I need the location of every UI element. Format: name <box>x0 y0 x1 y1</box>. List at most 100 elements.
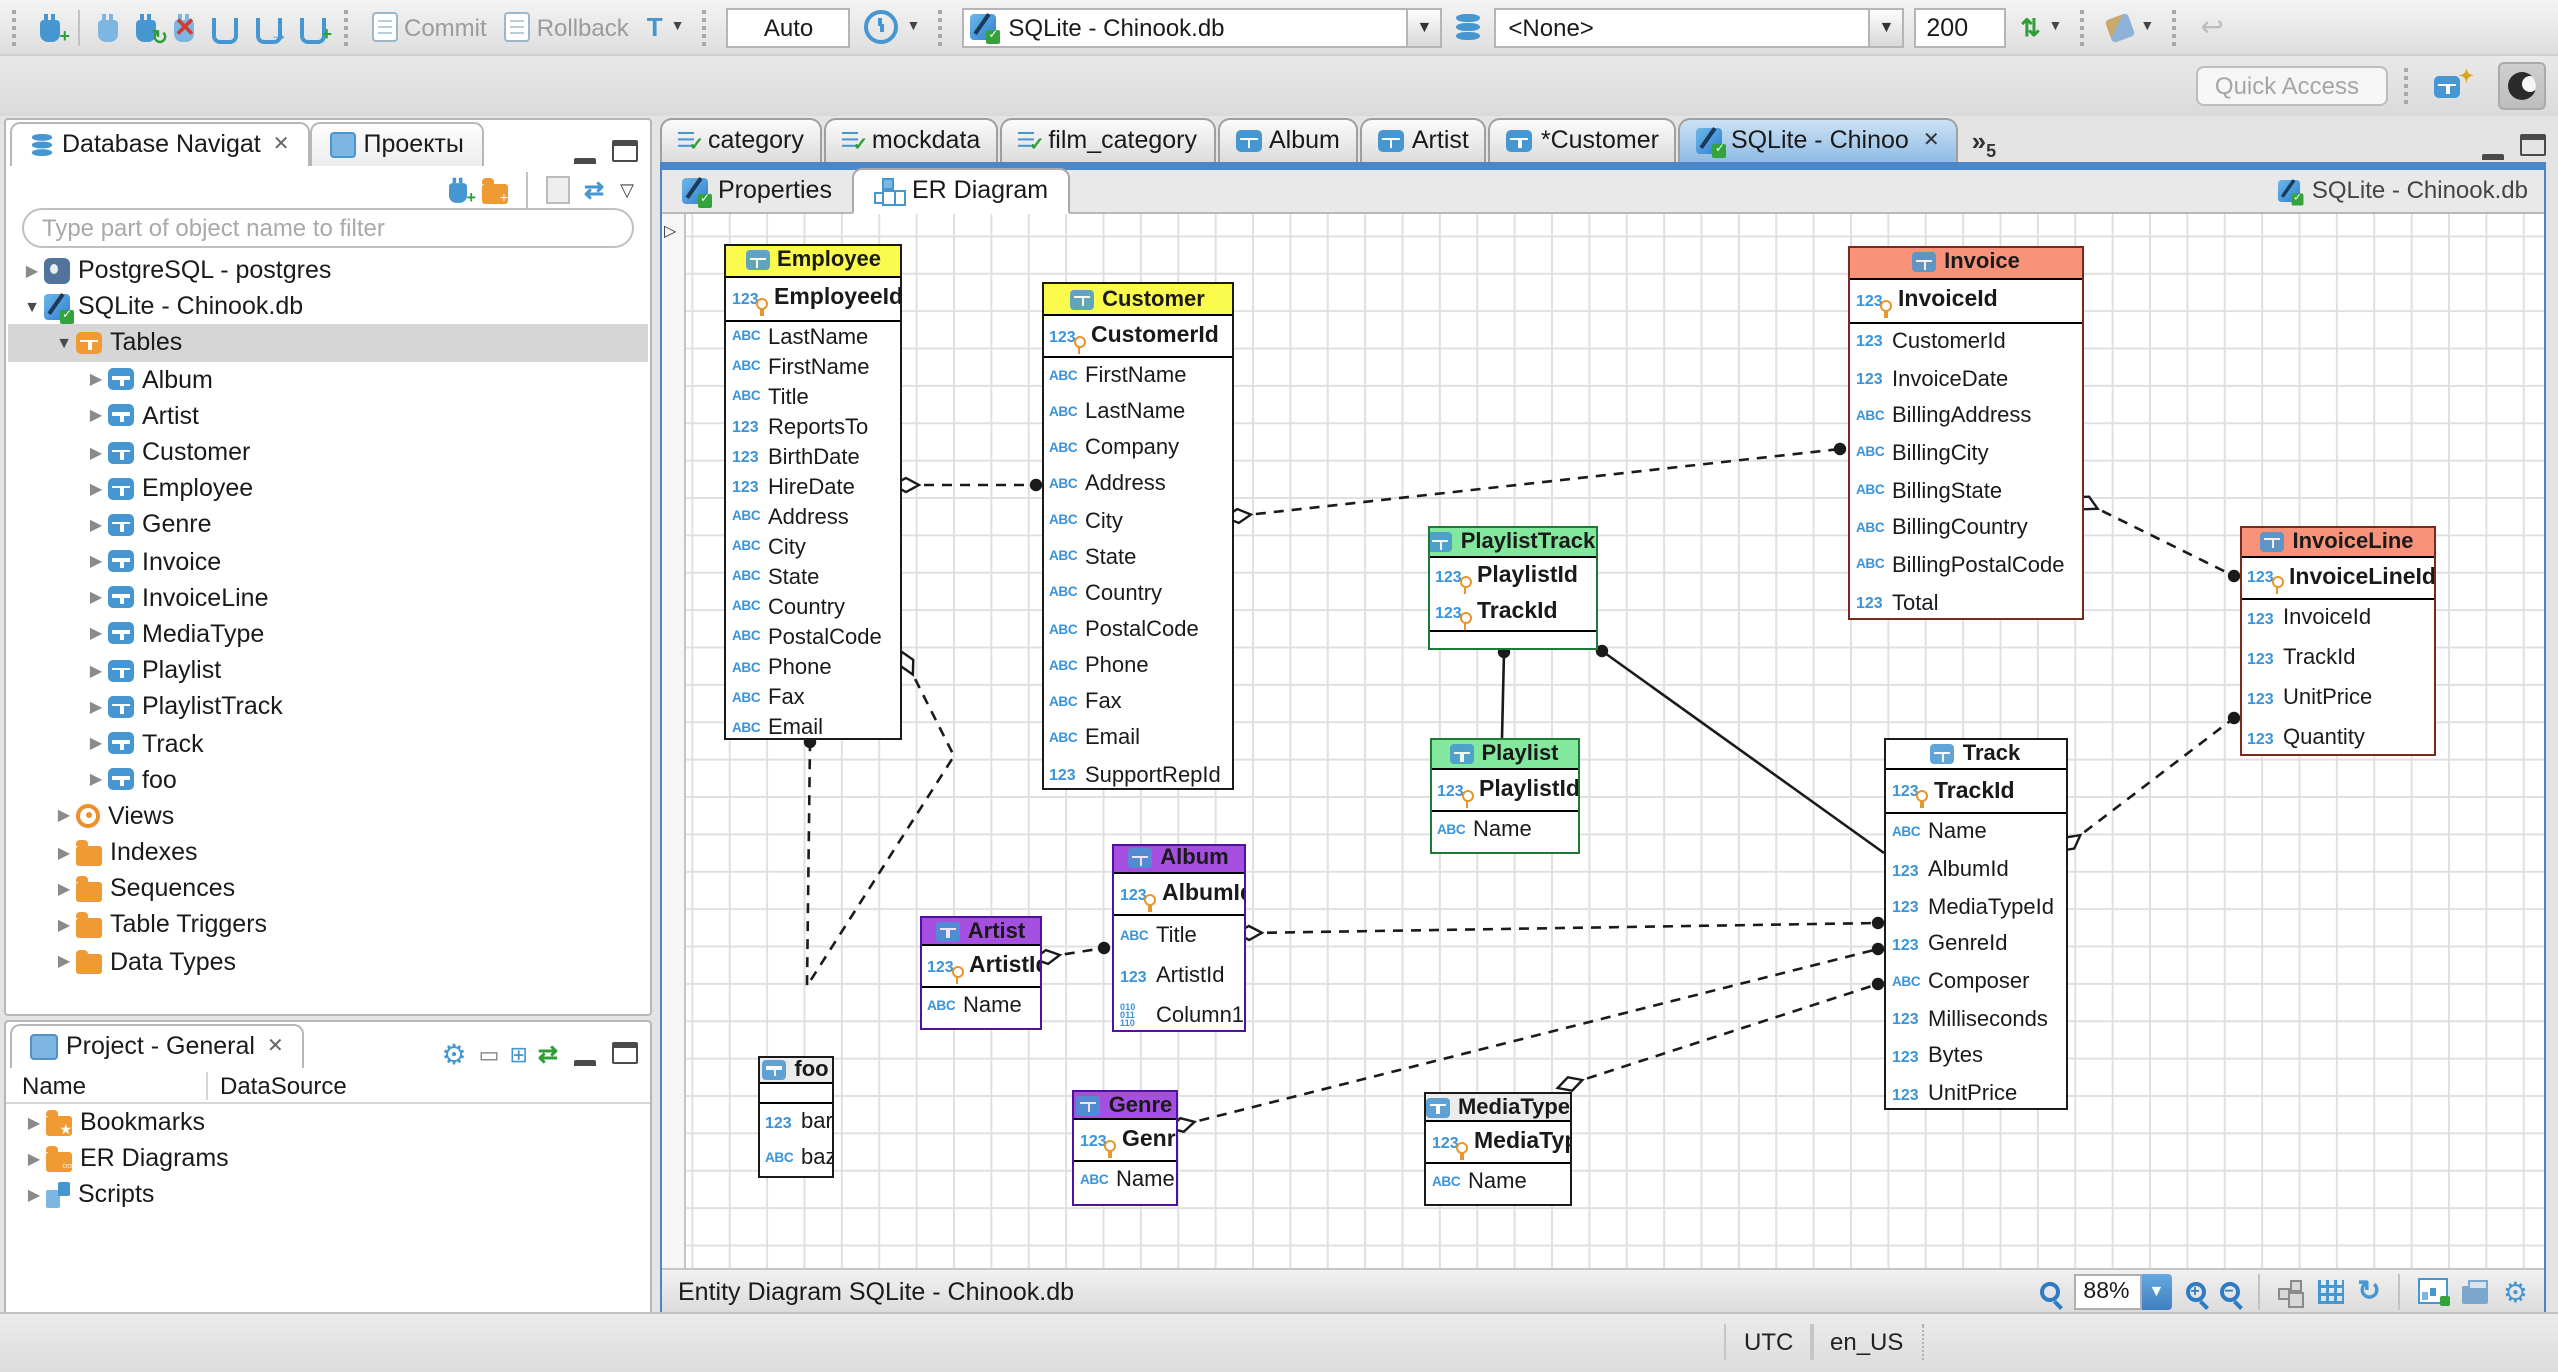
column-artistid[interactable]: 123 ArtistId <box>1114 956 1243 996</box>
tab-database-navigator[interactable]: Database Navigat ✕ <box>10 122 310 166</box>
column-name[interactable]: ABC Name <box>921 988 1040 1024</box>
column-bar[interactable]: 123 bar <box>759 1104 832 1140</box>
reconnect-button[interactable]: ↻ <box>132 11 168 48</box>
expand-arrow-icon[interactable]: ▶ <box>84 734 108 752</box>
column-country[interactable]: ABC Country <box>1043 576 1232 612</box>
column-unitprice[interactable]: 123 UnitPrice <box>1886 1076 2065 1108</box>
expand-icon[interactable]: ⊞ <box>509 1042 527 1068</box>
schema-selector[interactable]: <None> ▼ <box>1494 7 1905 47</box>
connection-selector[interactable]: SQLite - Chinook.db ▼ <box>962 7 1443 47</box>
column-column1[interactable]: 010 011 110 Column1 <box>1114 996 1243 1030</box>
tree-item-mediatype[interactable]: ▶ MediaType <box>8 616 648 652</box>
entity-customer[interactable]: Customer 123 CustomerId ABC FirstName ABC Last… <box>1041 282 1234 790</box>
column-billingcity[interactable]: ABC BillingCity <box>1850 435 2082 472</box>
open-perspective-button[interactable]: ✦ <box>2431 66 2486 99</box>
column-genreid[interactable]: 123 GenreId <box>1886 926 2065 963</box>
entity-playlisttrack[interactable]: PlaylistTrack 123 PlaylistId 123 TrackId <box>1427 526 1597 650</box>
column-albumid[interactable]: 123 AlbumId <box>1886 851 2065 888</box>
column-milliseconds[interactable]: 123 Milliseconds <box>1886 1001 2065 1038</box>
column-hiredate[interactable]: 123 HireDate <box>726 472 900 502</box>
column-firstname[interactable]: ABC FirstName <box>726 352 900 382</box>
expand-arrow-icon[interactable]: ▶ <box>84 370 108 388</box>
link-with-editor-icon[interactable]: ⇄ <box>584 176 604 204</box>
tree-item-genre[interactable]: ▶ Genre <box>8 507 648 543</box>
expand-arrow-icon[interactable]: ▼ <box>52 334 76 352</box>
expand-arrow-icon[interactable]: ▶ <box>22 1113 46 1131</box>
expand-arrow-icon[interactable]: ▶ <box>84 516 108 534</box>
minimize-icon[interactable] <box>574 158 596 166</box>
column-invoiceid[interactable]: 123 InvoiceId <box>2241 599 2433 639</box>
zoom-in-icon[interactable]: + <box>2185 1281 2206 1301</box>
pk-column-playlistid[interactable]: 123 PlaylistId <box>1431 770 1577 810</box>
undo-button[interactable]: ↩ <box>2196 8 2227 46</box>
column-state[interactable]: ABC State <box>1043 539 1232 575</box>
tree-item-playlist[interactable]: ▶ Playlist <box>8 652 648 688</box>
column-name[interactable]: ABC Name <box>1074 1162 1175 1198</box>
column-billingstate[interactable]: ABC BillingState <box>1850 473 2082 510</box>
expand-arrow-icon[interactable]: ▶ <box>84 407 108 425</box>
close-icon[interactable]: ✕ <box>1923 129 1940 151</box>
column-billingaddress[interactable]: ABC BillingAddress <box>1850 398 2082 435</box>
tree-item-postgresql-postgres[interactable]: ▶ PostgreSQL - postgres <box>8 252 648 288</box>
entity-artist[interactable]: Artist 123 ArtistId ABC Name <box>919 916 1042 1030</box>
er-diagram-canvas[interactable]: ▷ Employee 123 EmployeeId ABC LastName ABC Fir… <box>662 214 2544 1268</box>
quick-access-input[interactable]: Quick Access <box>2196 66 2389 106</box>
column-postalcode[interactable]: ABC PostalCode <box>1043 612 1232 648</box>
new-connection-button[interactable]: + <box>36 11 70 44</box>
project-item-er-diagrams[interactable]: ▶ ▫▫ ER Diagrams <box>6 1140 650 1176</box>
pk-column-playlistid[interactable]: 123 PlaylistId <box>1429 558 1595 594</box>
transaction-history-button[interactable]: ▼ <box>861 8 925 46</box>
column-company[interactable]: ABC Company <box>1043 431 1232 467</box>
close-icon[interactable]: ✕ <box>267 1035 284 1057</box>
entity-mediatype[interactable]: MediaType 123MediaTypeId ABC Name <box>1424 1092 1572 1205</box>
editor-tab-artist[interactable]: Artist <box>1359 118 1487 162</box>
expand-arrow-icon[interactable]: ▶ <box>22 1150 46 1168</box>
expand-arrow-icon[interactable]: ▶ <box>22 1186 46 1204</box>
pk-column-customerid[interactable]: 123 CustomerId <box>1043 316 1232 356</box>
column-title[interactable]: ABC Title <box>726 382 900 412</box>
gear-icon[interactable]: ⚙ <box>442 1040 467 1068</box>
tree-item-sequences[interactable]: ▶ Sequences <box>8 870 648 906</box>
column-reportsto[interactable]: 123 ReportsTo <box>726 412 900 442</box>
tree-item-table-triggers[interactable]: ▶ Table Triggers <box>8 907 648 943</box>
minimize-icon[interactable] <box>2482 154 2504 162</box>
column-address[interactable]: ABC Address <box>726 503 900 533</box>
commit-mode-combo[interactable]: Auto <box>726 7 851 47</box>
compare-button[interactable]: ▼ <box>2104 11 2158 43</box>
entity-genre[interactable]: Genre 123GenreId ABC Name <box>1072 1090 1177 1205</box>
column-firstname[interactable]: ABC FirstName <box>1043 358 1232 394</box>
palette-strip[interactable]: ▷ <box>662 214 686 1268</box>
expand-arrow-icon[interactable]: ▶ <box>84 589 108 607</box>
tree-item-foo[interactable]: ▶ foo <box>8 761 648 797</box>
tree-item-playlisttrack[interactable]: ▶ PlaylistTrack <box>8 689 648 725</box>
column-fax[interactable]: ABC Fax <box>726 683 900 713</box>
expand-arrow-icon[interactable]: ▶ <box>84 479 108 497</box>
relationship-invoice-customer[interactable] <box>1237 447 1841 518</box>
tree-item-album[interactable]: ▶ Album <box>8 361 648 397</box>
tab-project-general[interactable]: Project - General ✕ <box>10 1024 304 1068</box>
commit-button[interactable]: Commit <box>368 10 491 44</box>
column-lastname[interactable]: ABC LastName <box>726 322 900 352</box>
navigator-filter-input[interactable]: Type part of object name to filter <box>22 208 634 248</box>
column-country[interactable]: ABC Country <box>726 593 900 623</box>
relationship-invoiceline-track[interactable] <box>2069 716 2235 845</box>
minimize-icon[interactable] <box>574 1060 596 1068</box>
view-menu-icon[interactable]: ▽ <box>620 179 634 201</box>
entity-foo[interactable]: foo 123 bar ABC baz <box>757 1055 834 1178</box>
column-header-datasource[interactable]: DataSource <box>206 1072 347 1100</box>
entity-invoiceline[interactable]: InvoiceLine 123 InvoiceLineId 123 InvoiceId 1… <box>2239 525 2435 755</box>
fetch-size-input[interactable]: 200 <box>1914 7 2007 47</box>
relationship-playlisttrack-track[interactable] <box>1601 649 1885 855</box>
collapse-icon[interactable]: ▭ <box>479 1042 500 1068</box>
zoom-out-icon[interactable]: − <box>2219 1281 2240 1301</box>
expand-arrow-icon[interactable]: ▶ <box>84 661 108 679</box>
expand-arrow-icon[interactable]: ▶ <box>84 698 108 716</box>
pk-column-genreid[interactable]: 123GenreId <box>1074 1120 1175 1160</box>
project-item-scripts[interactable]: ▶ Scripts <box>6 1177 650 1213</box>
inner-tab-properties[interactable]: Properties <box>662 170 852 212</box>
palette-expand-icon[interactable]: ▷ <box>664 222 676 240</box>
column-birthdate[interactable]: 123 BirthDate <box>726 442 900 472</box>
connect-button[interactable] <box>94 11 122 43</box>
column-email[interactable]: ABC Email <box>1043 721 1232 757</box>
expand-arrow-icon[interactable]: ▼ <box>20 298 44 316</box>
